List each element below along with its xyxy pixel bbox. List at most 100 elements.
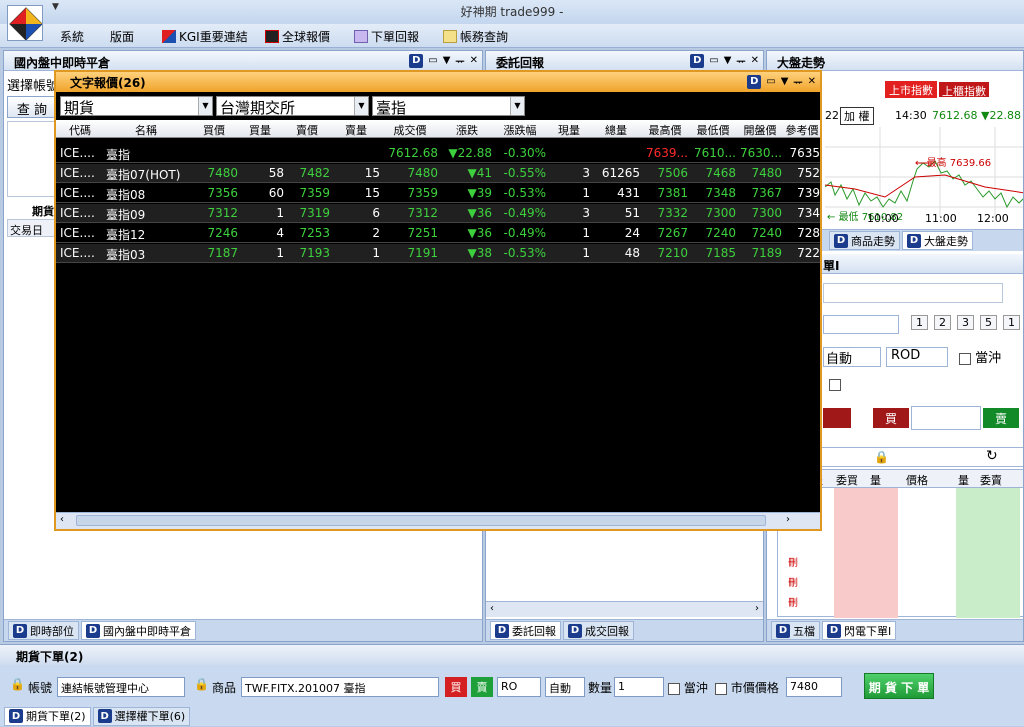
col-low[interactable]: 最低價 <box>690 122 736 138</box>
qty-2-button[interactable]: 2 <box>934 315 951 330</box>
tab-flash-order[interactable]: D 閃電下單I <box>822 621 897 640</box>
exchange-select[interactable]: 台灣期交所 ▼ <box>216 96 369 117</box>
tab-product-trend[interactable]: D 商品走勢 <box>829 231 900 250</box>
close-icon[interactable]: ✕ <box>470 55 478 66</box>
futures-tab[interactable]: 期貨 <box>32 203 54 219</box>
price-mode-select[interactable]: 自動 <box>545 677 585 697</box>
quote-row[interactable]: ICE.... 臺指 7612.68 ▼22.88 -0.30% 7639... 7610.… <box>56 144 820 163</box>
buy-button[interactable]: 買 <box>873 408 909 428</box>
sell-button[interactable]: 賣 <box>471 677 493 697</box>
col-open[interactable]: 開盤價 <box>738 122 782 138</box>
col-ask-vol[interactable]: 賣量 <box>334 122 378 138</box>
sell-button[interactable]: 賣 <box>983 408 1019 428</box>
scroll-thumb[interactable] <box>76 515 766 526</box>
scroll-right-icon[interactable]: › <box>786 514 790 525</box>
product-select[interactable]: TWF.FITX.201007 臺指 <box>241 677 439 697</box>
scroll-left-icon[interactable]: ‹ <box>60 514 64 525</box>
menu-order-report[interactable]: 下單回報 <box>354 28 419 45</box>
sell-left-button[interactable] <box>823 408 851 428</box>
daytrade-checkbox[interactable]: 當沖 <box>959 347 1001 366</box>
qty-3-button[interactable]: 3 <box>957 315 974 330</box>
place-order-button[interactable]: 期 貨 下 單 <box>864 673 934 699</box>
dock-icon[interactable]: D <box>409 53 424 68</box>
tab-futures-order[interactable]: D 期貨下單(2) <box>4 706 91 726</box>
refresh-icon[interactable]: ↻ <box>986 448 998 464</box>
delete-order-button[interactable]: 刪 <box>788 594 798 609</box>
daytrade-checkbox[interactable]: 當沖 <box>668 679 708 696</box>
tab-five-levels[interactable]: D 五檔 <box>771 621 820 640</box>
listed-index-button[interactable]: 上市指數 <box>885 81 937 98</box>
col-name[interactable]: 名稱 <box>106 122 186 138</box>
window-icon[interactable]: ▭ <box>766 76 775 87</box>
col-bid[interactable]: 買價 <box>192 122 236 138</box>
menu-layout[interactable]: 版面 <box>110 28 134 45</box>
tab-fill-report[interactable]: D 成交回報 <box>563 621 634 640</box>
horizontal-scrollbar[interactable]: ‹ › <box>56 512 820 529</box>
col-ref[interactable]: 參考價 <box>784 122 820 138</box>
otc-index-button[interactable]: 上櫃指數 <box>938 81 990 98</box>
quote-row[interactable]: ICE.... 臺指08 7356 60 7359 15 7359 ▼39 -0.53% 1 431… <box>56 184 820 203</box>
dropdown-icon[interactable]: ▼ <box>724 55 732 66</box>
quote-row[interactable]: ICE.... 臺指03 7187 1 7193 1 7191 ▼38 -0.53% 1 48 721… <box>56 244 820 263</box>
tab-options-order[interactable]: D 選擇權下單(6) <box>92 706 191 726</box>
dropdown-icon[interactable]: ▼ <box>781 76 789 87</box>
menu-account-query[interactable]: 帳務查詢 <box>443 28 508 45</box>
quote-row[interactable]: ICE.... 臺指12 7246 4 7253 2 7251 ▼36 -0.49% 1 24 726… <box>56 224 820 243</box>
window-icon[interactable]: ▭ <box>709 55 718 66</box>
menu-system[interactable]: 系統 <box>60 28 84 45</box>
qty-input[interactable]: 1 <box>614 677 664 697</box>
col-high[interactable]: 最高價 <box>642 122 688 138</box>
col-total[interactable]: 總量 <box>592 122 640 138</box>
tab-positions[interactable]: D 即時部位 <box>8 621 79 640</box>
pin-icon[interactable]: ᅲ <box>455 53 464 68</box>
col-vol[interactable]: 現量 <box>548 122 590 138</box>
scroll-right-icon[interactable]: › <box>755 603 759 614</box>
query-button[interactable]: 查 詢 <box>7 96 57 118</box>
price-stepper[interactable] <box>823 315 899 334</box>
dock-icon[interactable]: D <box>690 53 705 68</box>
qty-5-button[interactable]: 5 <box>980 315 997 330</box>
col-change[interactable]: 漲跌 <box>442 122 492 138</box>
scroll-left-icon[interactable]: ‹ <box>490 603 494 614</box>
app-logo-icon[interactable] <box>7 5 43 41</box>
qty-10-button[interactable]: 1 <box>1003 315 1020 330</box>
quote-row[interactable]: ICE.... 臺指09 7312 1 7319 6 7312 ▼36 -0.49% 3 51 733… <box>56 204 820 223</box>
product-select[interactable]: 臺指 ▼ <box>372 96 525 117</box>
col-change-pct[interactable]: 漲跌幅 <box>494 122 546 138</box>
weighted-label[interactable]: 加 權 <box>840 107 874 125</box>
lock-icon[interactable]: 🔒 <box>874 450 889 464</box>
quote-window-title[interactable]: 文字報價(26) D ▭ ▼ ᅲ ✕ <box>56 72 820 92</box>
tab-order-report[interactable]: D 委託回報 <box>490 621 561 640</box>
market-type-select[interactable]: 期貨 ▼ <box>60 96 213 117</box>
col-ask[interactable]: 賣價 <box>284 122 330 138</box>
window-icon[interactable]: ▭ <box>428 55 437 66</box>
market-price-checkbox[interactable]: 市價價格 <box>715 679 779 696</box>
dock-icon[interactable]: D <box>747 74 762 89</box>
close-icon[interactable]: ✕ <box>751 55 759 66</box>
product-select[interactable] <box>823 283 1003 303</box>
dropdown-icon[interactable]: ▼ <box>443 55 451 66</box>
horizontal-scrollbar[interactable]: ‹ › <box>486 601 763 617</box>
pin-icon[interactable]: ᅲ <box>736 53 745 68</box>
option-checkbox[interactable] <box>829 377 841 391</box>
tab-intraday-close[interactable]: D 國內盤中即時平倉 <box>81 621 196 640</box>
tab-market-trend[interactable]: D 大盤走勢 <box>902 231 973 250</box>
order-cond-select[interactable]: ROD <box>886 347 948 367</box>
pin-icon[interactable]: ᅲ <box>793 74 802 89</box>
menu-kgi-links[interactable]: KGI重要連結 <box>162 28 248 45</box>
delete-order-button[interactable]: 刪 <box>788 554 798 569</box>
price-input[interactable]: 7480 <box>786 677 842 697</box>
qty-1-button[interactable]: 1 <box>911 315 928 330</box>
flash-qty-input[interactable] <box>911 406 981 430</box>
delete-order-button[interactable]: 刪 <box>788 574 798 589</box>
quote-row[interactable]: ICE.... 臺指07(HOT) 7480 58 7482 15 7480 ▼41 -0.55… <box>56 164 820 183</box>
col-code[interactable]: 代碼 <box>60 122 100 138</box>
col-last[interactable]: 成交價 <box>382 122 438 138</box>
buy-button[interactable]: 買 <box>445 677 467 697</box>
account-select[interactable]: 連結帳號管理中心 <box>57 677 185 697</box>
col-bid-vol[interactable]: 買量 <box>238 122 282 138</box>
menu-global-quotes[interactable]: 全球報價 <box>265 28 330 45</box>
price-type-select[interactable]: 自動 <box>823 347 881 367</box>
order-type-select[interactable]: RO <box>497 677 541 697</box>
close-icon[interactable]: ✕ <box>808 76 816 87</box>
